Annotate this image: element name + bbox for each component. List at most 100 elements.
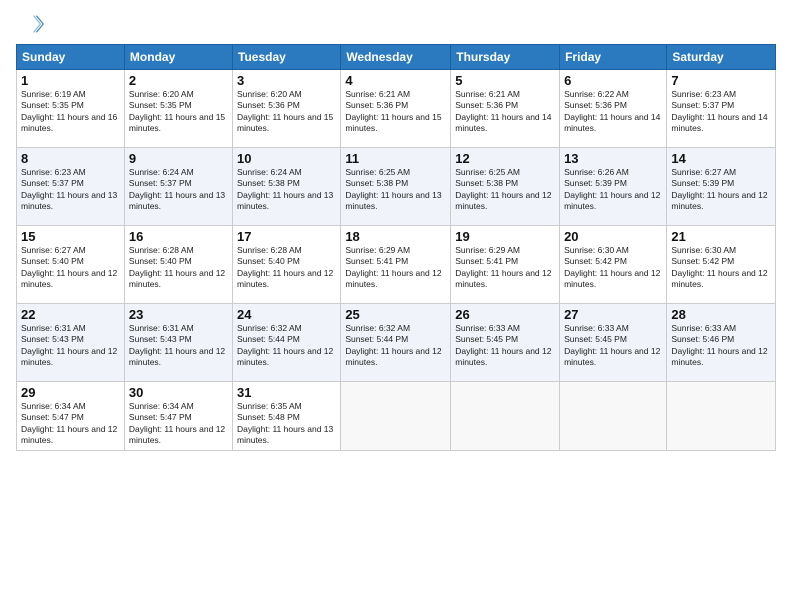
- calendar-cell: 7 Sunrise: 6:23 AMSunset: 5:37 PMDayligh…: [667, 70, 776, 148]
- day-number: 17: [237, 229, 336, 244]
- calendar-cell: 11 Sunrise: 6:25 AMSunset: 5:38 PMDaylig…: [341, 148, 451, 226]
- calendar-cell: 13 Sunrise: 6:26 AMSunset: 5:39 PMDaylig…: [560, 148, 667, 226]
- calendar-header-friday: Friday: [560, 45, 667, 70]
- calendar-cell: 8 Sunrise: 6:23 AMSunset: 5:37 PMDayligh…: [17, 148, 125, 226]
- day-number: 26: [455, 307, 555, 322]
- day-info: Sunrise: 6:28 AMSunset: 5:40 PMDaylight:…: [237, 245, 333, 289]
- day-info: Sunrise: 6:27 AMSunset: 5:40 PMDaylight:…: [21, 245, 117, 289]
- calendar-week-row: 1 Sunrise: 6:19 AMSunset: 5:35 PMDayligh…: [17, 70, 776, 148]
- day-number: 30: [129, 385, 228, 400]
- day-info: Sunrise: 6:32 AMSunset: 5:44 PMDaylight:…: [237, 323, 333, 367]
- calendar-cell: 16 Sunrise: 6:28 AMSunset: 5:40 PMDaylig…: [124, 226, 232, 304]
- day-info: Sunrise: 6:32 AMSunset: 5:44 PMDaylight:…: [345, 323, 441, 367]
- day-info: Sunrise: 6:26 AMSunset: 5:39 PMDaylight:…: [564, 167, 660, 211]
- calendar-cell: 3 Sunrise: 6:20 AMSunset: 5:36 PMDayligh…: [233, 70, 341, 148]
- calendar-cell: 2 Sunrise: 6:20 AMSunset: 5:35 PMDayligh…: [124, 70, 232, 148]
- calendar-cell: 27 Sunrise: 6:33 AMSunset: 5:45 PMDaylig…: [560, 304, 667, 382]
- day-info: Sunrise: 6:31 AMSunset: 5:43 PMDaylight:…: [129, 323, 225, 367]
- calendar-cell: 9 Sunrise: 6:24 AMSunset: 5:37 PMDayligh…: [124, 148, 232, 226]
- day-number: 1: [21, 73, 120, 88]
- day-number: 8: [21, 151, 120, 166]
- header: [16, 10, 776, 38]
- day-info: Sunrise: 6:30 AMSunset: 5:42 PMDaylight:…: [671, 245, 767, 289]
- calendar-week-row: 22 Sunrise: 6:31 AMSunset: 5:43 PMDaylig…: [17, 304, 776, 382]
- day-info: Sunrise: 6:27 AMSunset: 5:39 PMDaylight:…: [671, 167, 767, 211]
- day-info: Sunrise: 6:23 AMSunset: 5:37 PMDaylight:…: [671, 89, 767, 133]
- day-info: Sunrise: 6:22 AMSunset: 5:36 PMDaylight:…: [564, 89, 660, 133]
- calendar-cell: 28 Sunrise: 6:33 AMSunset: 5:46 PMDaylig…: [667, 304, 776, 382]
- calendar-header-wednesday: Wednesday: [341, 45, 451, 70]
- day-info: Sunrise: 6:25 AMSunset: 5:38 PMDaylight:…: [345, 167, 441, 211]
- calendar-cell: 4 Sunrise: 6:21 AMSunset: 5:36 PMDayligh…: [341, 70, 451, 148]
- day-number: 16: [129, 229, 228, 244]
- day-number: 10: [237, 151, 336, 166]
- calendar-cell: [341, 382, 451, 451]
- day-info: Sunrise: 6:21 AMSunset: 5:36 PMDaylight:…: [345, 89, 441, 133]
- day-info: Sunrise: 6:33 AMSunset: 5:45 PMDaylight:…: [564, 323, 660, 367]
- day-number: 25: [345, 307, 446, 322]
- day-number: 20: [564, 229, 662, 244]
- calendar-header-row: SundayMondayTuesdayWednesdayThursdayFrid…: [17, 45, 776, 70]
- logo-icon: [16, 10, 44, 38]
- page: SundayMondayTuesdayWednesdayThursdayFrid…: [0, 0, 792, 612]
- day-info: Sunrise: 6:19 AMSunset: 5:35 PMDaylight:…: [21, 89, 117, 133]
- day-number: 12: [455, 151, 555, 166]
- calendar-cell: 25 Sunrise: 6:32 AMSunset: 5:44 PMDaylig…: [341, 304, 451, 382]
- day-number: 4: [345, 73, 446, 88]
- day-info: Sunrise: 6:20 AMSunset: 5:35 PMDaylight:…: [129, 89, 225, 133]
- calendar-cell: 26 Sunrise: 6:33 AMSunset: 5:45 PMDaylig…: [451, 304, 560, 382]
- calendar-cell: 14 Sunrise: 6:27 AMSunset: 5:39 PMDaylig…: [667, 148, 776, 226]
- calendar-cell: 21 Sunrise: 6:30 AMSunset: 5:42 PMDaylig…: [667, 226, 776, 304]
- day-info: Sunrise: 6:24 AMSunset: 5:37 PMDaylight:…: [129, 167, 225, 211]
- day-info: Sunrise: 6:34 AMSunset: 5:47 PMDaylight:…: [21, 401, 117, 445]
- calendar-header-sunday: Sunday: [17, 45, 125, 70]
- calendar-cell: [667, 382, 776, 451]
- calendar-cell: 18 Sunrise: 6:29 AMSunset: 5:41 PMDaylig…: [341, 226, 451, 304]
- day-number: 31: [237, 385, 336, 400]
- day-number: 29: [21, 385, 120, 400]
- day-number: 18: [345, 229, 446, 244]
- day-number: 28: [671, 307, 771, 322]
- day-info: Sunrise: 6:31 AMSunset: 5:43 PMDaylight:…: [21, 323, 117, 367]
- calendar-cell: 6 Sunrise: 6:22 AMSunset: 5:36 PMDayligh…: [560, 70, 667, 148]
- day-info: Sunrise: 6:23 AMSunset: 5:37 PMDaylight:…: [21, 167, 117, 211]
- calendar-cell: 30 Sunrise: 6:34 AMSunset: 5:47 PMDaylig…: [124, 382, 232, 451]
- day-number: 13: [564, 151, 662, 166]
- day-info: Sunrise: 6:34 AMSunset: 5:47 PMDaylight:…: [129, 401, 225, 445]
- calendar-week-row: 8 Sunrise: 6:23 AMSunset: 5:37 PMDayligh…: [17, 148, 776, 226]
- calendar-table: SundayMondayTuesdayWednesdayThursdayFrid…: [16, 44, 776, 451]
- day-number: 27: [564, 307, 662, 322]
- calendar-cell: 15 Sunrise: 6:27 AMSunset: 5:40 PMDaylig…: [17, 226, 125, 304]
- day-info: Sunrise: 6:24 AMSunset: 5:38 PMDaylight:…: [237, 167, 333, 211]
- day-info: Sunrise: 6:30 AMSunset: 5:42 PMDaylight:…: [564, 245, 660, 289]
- logo: [16, 10, 46, 38]
- calendar-cell: 24 Sunrise: 6:32 AMSunset: 5:44 PMDaylig…: [233, 304, 341, 382]
- calendar-cell: 12 Sunrise: 6:25 AMSunset: 5:38 PMDaylig…: [451, 148, 560, 226]
- calendar-cell: 17 Sunrise: 6:28 AMSunset: 5:40 PMDaylig…: [233, 226, 341, 304]
- day-info: Sunrise: 6:33 AMSunset: 5:46 PMDaylight:…: [671, 323, 767, 367]
- day-number: 19: [455, 229, 555, 244]
- day-info: Sunrise: 6:21 AMSunset: 5:36 PMDaylight:…: [455, 89, 551, 133]
- day-info: Sunrise: 6:29 AMSunset: 5:41 PMDaylight:…: [455, 245, 551, 289]
- calendar-header-thursday: Thursday: [451, 45, 560, 70]
- day-number: 5: [455, 73, 555, 88]
- calendar-cell: 19 Sunrise: 6:29 AMSunset: 5:41 PMDaylig…: [451, 226, 560, 304]
- day-info: Sunrise: 6:29 AMSunset: 5:41 PMDaylight:…: [345, 245, 441, 289]
- day-number: 2: [129, 73, 228, 88]
- calendar-cell: [560, 382, 667, 451]
- day-number: 6: [564, 73, 662, 88]
- calendar-cell: 5 Sunrise: 6:21 AMSunset: 5:36 PMDayligh…: [451, 70, 560, 148]
- day-number: 11: [345, 151, 446, 166]
- calendar-cell: 22 Sunrise: 6:31 AMSunset: 5:43 PMDaylig…: [17, 304, 125, 382]
- calendar-header-saturday: Saturday: [667, 45, 776, 70]
- calendar-cell: 10 Sunrise: 6:24 AMSunset: 5:38 PMDaylig…: [233, 148, 341, 226]
- day-number: 22: [21, 307, 120, 322]
- day-number: 21: [671, 229, 771, 244]
- day-number: 7: [671, 73, 771, 88]
- calendar-week-row: 15 Sunrise: 6:27 AMSunset: 5:40 PMDaylig…: [17, 226, 776, 304]
- calendar-header-monday: Monday: [124, 45, 232, 70]
- day-number: 3: [237, 73, 336, 88]
- day-info: Sunrise: 6:33 AMSunset: 5:45 PMDaylight:…: [455, 323, 551, 367]
- calendar-cell: 29 Sunrise: 6:34 AMSunset: 5:47 PMDaylig…: [17, 382, 125, 451]
- day-number: 24: [237, 307, 336, 322]
